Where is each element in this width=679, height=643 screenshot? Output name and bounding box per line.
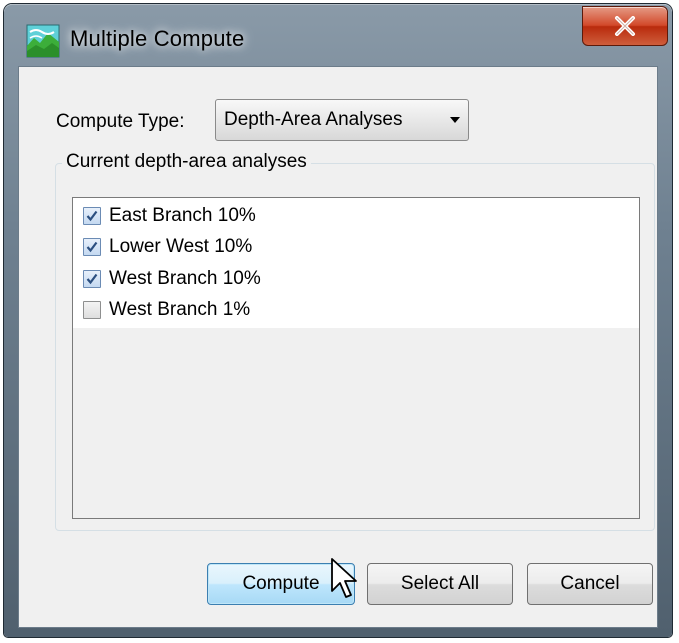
list-item-label: West Branch 10% (109, 267, 261, 289)
list-item[interactable]: West Branch 1% (73, 295, 639, 327)
close-button[interactable] (582, 6, 668, 46)
close-icon (615, 16, 635, 36)
analyses-list-items: East Branch 10% Lower West 10% West Bran… (73, 198, 639, 328)
compute-type-dropdown[interactable]: Depth-Area Analyses (215, 99, 469, 141)
list-item-label: Lower West 10% (109, 236, 253, 258)
dialog-window: Multiple Compute Compute Type: Depth-Are… (4, 4, 672, 637)
compute-type-selected: Depth-Area Analyses (224, 109, 403, 130)
group-legend: Current depth-area analyses (62, 151, 311, 173)
analyses-group: Current depth-area analyses East Branch … (55, 151, 655, 531)
compute-type-label: Compute Type: (56, 111, 185, 132)
checkbox-unchecked[interactable] (83, 301, 101, 320)
compute-button[interactable]: Compute (207, 563, 355, 605)
cancel-button[interactable]: Cancel (527, 563, 653, 605)
checkbox-checked[interactable] (83, 206, 101, 225)
checkmark-icon (86, 273, 98, 285)
list-item-label: East Branch 10% (109, 204, 256, 226)
select-all-button[interactable]: Select All (367, 563, 513, 605)
map-landscape-icon (26, 24, 60, 58)
analyses-list[interactable]: East Branch 10% Lower West 10% West Bran… (72, 197, 640, 519)
chevron-down-icon (442, 116, 468, 124)
checkbox-checked[interactable] (83, 269, 101, 288)
list-item[interactable]: West Branch 10% (73, 263, 639, 295)
checkbox-checked[interactable] (83, 238, 101, 257)
checkmark-icon (86, 242, 98, 253)
title-bar[interactable]: Multiple Compute (4, 4, 672, 66)
list-item-label: West Branch 1% (109, 299, 251, 321)
dialog-client-area: Compute Type: Depth-Area Analyses Curren… (18, 66, 658, 628)
checkmark-icon (86, 210, 98, 222)
window-title: Multiple Compute (70, 26, 245, 51)
list-item[interactable]: East Branch 10% (73, 200, 639, 232)
list-item[interactable]: Lower West 10% (73, 232, 639, 264)
